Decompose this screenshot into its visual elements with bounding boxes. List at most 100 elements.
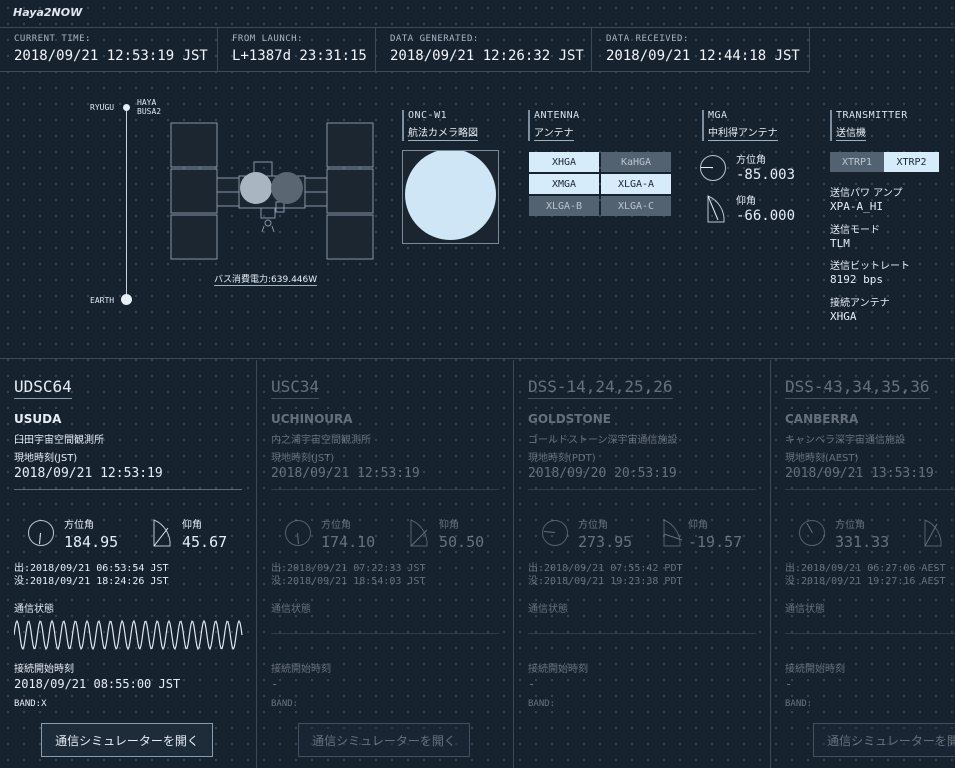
start-time-value: - — [785, 677, 793, 691]
transmitter-subtitle[interactable]: 送信機 — [836, 124, 866, 141]
ryugu-label: RYUGU — [90, 103, 115, 112]
data-generated-label: DATA GENERATED: — [390, 34, 479, 44]
start-time-value: - — [271, 677, 279, 691]
tx-amp-value: XPA-A_HI — [830, 200, 883, 213]
station-usc34: USC34 UCHINOURA 内之浦宇宙空間観測所 現地時刻(JST) 201… — [257, 360, 514, 768]
station-goldstone: DSS-14,24,25,26 GOLDSTONE ゴールドストーン深宇宙通信施… — [514, 360, 771, 768]
elevation-value: -19.57 — [688, 533, 743, 551]
station-ja-name: ゴールドストーン深宇宙通信施設 — [528, 435, 678, 446]
comm-status-label: 通信状態 — [271, 604, 311, 615]
start-time-value: - — [528, 677, 536, 691]
signal-flatline — [271, 633, 499, 634]
set-time: 没:2018/09/21 19:27:16 AEST — [785, 576, 946, 587]
top-bar — [0, 0, 955, 28]
mga-azimuth-gauge — [700, 155, 726, 181]
antenna-subtitle[interactable]: アンテナ — [534, 124, 574, 141]
app-logo[interactable]: Haya2NOW — [13, 6, 82, 19]
elevation-value: 50.50 — [439, 533, 485, 551]
onc-header: ONC-W1 航法カメラ略図 — [402, 110, 478, 141]
station-name: UCHINOURA — [271, 412, 353, 426]
mga-subtitle[interactable]: 中利得アンテナ — [708, 124, 778, 141]
azimuth-gauge — [799, 520, 825, 546]
ryugu-marker — [123, 104, 130, 111]
comm-status-label: 通信状態 — [528, 604, 568, 615]
divider — [528, 489, 756, 490]
elevation-gauge — [153, 519, 171, 547]
station-udsc64: UDSC64 USUDA 臼田宇宙空間観測所 現地時刻(JST) 2018/09… — [0, 360, 257, 768]
elevation-gauge — [924, 519, 942, 547]
azimuth-label: 方位角 — [64, 520, 94, 531]
elevation-gauge — [410, 519, 428, 547]
antenna-xlga-a: XLGA-A — [601, 174, 671, 194]
band-value: BAND: — [271, 699, 299, 709]
signal-flatline — [528, 633, 756, 634]
local-time-label: 現地時刻(JST) — [14, 453, 78, 464]
ryugu-image — [405, 151, 496, 240]
xtrp2: XTRP2 — [884, 152, 939, 172]
current-time-value: 2018/09/21 12:53:19 JST — [14, 48, 208, 64]
data-received-box: DATA RECEIVED: 2018/09/21 12:44:18 JST — [592, 28, 810, 72]
tx-bitrate-label: 送信ビットレート — [830, 261, 910, 272]
onc-camera-view — [402, 150, 499, 244]
divider — [14, 489, 242, 490]
signal-flatline — [785, 633, 955, 634]
station-canberra: DSS-43,34,35,36 CANBERRA キャンベラ深宇宙通信施設 現地… — [771, 360, 955, 768]
start-time-label: 接続開始時刻 — [528, 664, 588, 675]
azimuth-value: 273.95 — [578, 533, 633, 551]
open-simulator-button[interactable]: 通信シミュレーターを開く — [813, 723, 955, 757]
mga-azimuth-value: -85.003 — [736, 167, 796, 183]
data-generated-box: DATA GENERATED: 2018/09/21 12:26:32 JST — [376, 28, 592, 72]
current-time-box: CURRENT TIME: 2018/09/21 12:53:19 JST — [0, 28, 218, 72]
station-code: DSS-14,24,25,26 — [528, 377, 673, 399]
antenna-header: ANTENNA アンテナ — [528, 110, 580, 141]
local-time-value: 2018/09/20 20:53:19 — [528, 466, 677, 481]
station-ja-name: キャンベラ深宇宙通信施設 — [785, 435, 905, 446]
from-launch-label: FROM LAUNCH: — [232, 34, 304, 44]
elevation-label: 仰角 — [182, 520, 202, 531]
local-time-label: 現地時刻(AEST) — [785, 453, 859, 464]
station-name: USUDA — [14, 412, 62, 426]
local-time-label: 現地時刻(JST) — [271, 453, 335, 464]
antenna-kahga: KaHGA — [601, 152, 671, 172]
set-time: 没:2018/09/21 18:54:03 JST — [271, 576, 426, 587]
earth-label: EARTH — [90, 296, 115, 305]
tx-antenna-label: 接続アンテナ — [830, 298, 890, 309]
tx-mode-label: 送信モード — [830, 225, 880, 236]
set-time: 没:2018/09/21 18:24:26 JST — [14, 576, 169, 587]
mga-elevation-label: 仰角 — [736, 196, 756, 207]
current-time-label: CURRENT TIME: — [14, 34, 91, 44]
mga-elevation-value: -66.000 — [736, 208, 796, 224]
tx-mode-value: TLM — [830, 237, 850, 250]
comm-status-label: 通信状態 — [785, 604, 825, 615]
local-time-label: 現地時刻(PDT) — [528, 453, 596, 464]
signal-waveform — [14, 619, 243, 651]
band-value: BAND: — [528, 699, 556, 709]
tx-antenna-value: XHGA — [830, 310, 857, 323]
antenna-xlga-b: XLGA-B — [529, 196, 599, 216]
station-code: DSS-43,34,35,36 — [785, 377, 930, 399]
distance-line — [126, 107, 127, 300]
azimuth-label: 方位角 — [578, 520, 608, 531]
from-launch-value: L+1387d 23:31:15 — [232, 48, 367, 64]
transmitter-header: TRANSMITTER 送信機 — [830, 110, 908, 141]
onc-subtitle[interactable]: 航法カメラ略図 — [408, 124, 478, 141]
start-time-label: 接続開始時刻 — [785, 664, 845, 675]
station-ja-name: 臼田宇宙空間観測所 — [14, 435, 104, 446]
from-launch-box: FROM LAUNCH: L+1387d 23:31:15 — [218, 28, 376, 72]
mga-header: MGA 中利得アンテナ — [702, 110, 778, 141]
elevation-label: 仰角 — [439, 520, 459, 531]
xtrp1: XTRP1 — [830, 152, 884, 172]
elevation-value: 45.67 — [182, 533, 228, 551]
elevation-gauge — [663, 519, 683, 547]
tx-amp-label: 送信パワ アンプ — [830, 188, 903, 199]
elevation-label: 仰角 — [688, 520, 708, 531]
hayabusa-label: HAYA BUSA2 — [137, 98, 162, 116]
open-simulator-button[interactable]: 通信シミュレーターを開く — [298, 723, 470, 757]
station-name: CANBERRA — [785, 412, 859, 426]
azimuth-value: 184.95 — [64, 533, 119, 551]
mga-elevation-gauge — [707, 195, 725, 223]
azimuth-value: 331.33 — [835, 533, 890, 551]
local-time-value: 2018/09/21 13:53:19 — [785, 466, 934, 481]
open-simulator-button[interactable]: 通信シミュレーターを開く — [41, 723, 213, 757]
station-ja-name: 内之浦宇宙空間観測所 — [271, 435, 371, 446]
